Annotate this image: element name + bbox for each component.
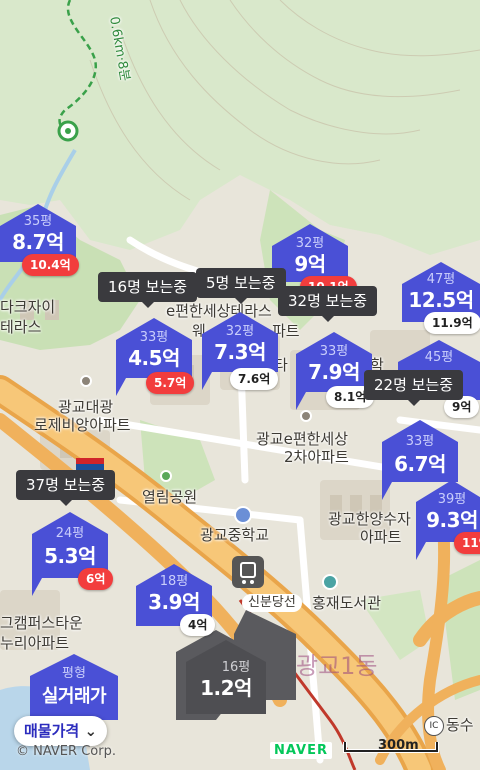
place-apt2[interactable]: 광교e편한세상: [256, 430, 348, 448]
legend-pyeong: 평형: [62, 666, 86, 681]
place-library[interactable]: 홍재도서관: [312, 594, 381, 612]
marker-price: 6.7억: [394, 452, 446, 476]
place-apt3[interactable]: 광교한양수자: [328, 510, 411, 528]
marker-pill: 10.4억: [22, 254, 79, 276]
viewer-tooltip: 37명 보는중: [16, 470, 116, 506]
school-poi-icon: [234, 506, 252, 524]
copyright-text: © NAVER Corp.: [16, 744, 116, 759]
price-filter-label: 매물가격: [24, 722, 80, 740]
marker-price: 12.5억: [408, 288, 474, 312]
place-ic[interactable]: 동수: [446, 716, 474, 734]
place-park[interactable]: 열림공원: [142, 488, 197, 506]
legend-marker: 평형 실거래가: [30, 654, 118, 720]
marker-pill: 7.6억: [230, 368, 279, 390]
place-apt5[interactable]: 다크자이: [0, 298, 55, 316]
place-apt1b[interactable]: 로제비앙아파트: [34, 416, 131, 434]
apartment-poi-icon: [300, 410, 312, 422]
marker-price: 7.3억: [214, 340, 266, 364]
marker-pyeong: 24평: [55, 526, 85, 541]
place-apt3b[interactable]: 아파트: [360, 528, 401, 546]
viewer-tooltip: 32명 보는중: [278, 286, 378, 322]
apartment-poi-icon: [80, 375, 92, 387]
marker-pyeong: 45평: [424, 350, 454, 365]
marker-price: 4.5억: [128, 346, 180, 370]
viewer-tooltip: 22명 보는중: [364, 370, 464, 406]
marker-price: 7.9억: [308, 360, 360, 384]
place-apt4b[interactable]: 누리아파트: [0, 634, 69, 652]
marker-pyeong: 33평: [405, 434, 435, 449]
library-poi-icon: [322, 574, 338, 590]
legend-price: 실거래가: [41, 686, 107, 707]
marker-price: 8.7억: [12, 230, 64, 254]
subway-station-icon[interactable]: [232, 556, 264, 588]
viewer-tooltip: 5명 보는중: [196, 268, 286, 304]
marker-price: 5.3억: [44, 544, 96, 568]
viewer-tooltip: 16명 보는중: [98, 272, 198, 308]
marker-pill: 5.7억: [146, 372, 195, 394]
naver-logo: NAVER: [270, 742, 333, 759]
marker-pill: 6억: [78, 568, 114, 590]
place-apt5b[interactable]: 테라스: [0, 318, 41, 336]
marker-price: 3.9억: [148, 590, 200, 614]
marker-pill: 4억: [180, 614, 216, 636]
scale-label: 300m: [378, 738, 419, 753]
marker-price: 1.2억: [200, 676, 252, 700]
price-filter-button[interactable]: 매물가격 ⌄: [14, 716, 108, 746]
place-apt1[interactable]: 광교대광: [58, 398, 113, 416]
park-poi-icon: [160, 470, 172, 482]
marker-price: 9.3억: [426, 508, 478, 532]
place-apt2b[interactable]: 2차아파트: [284, 448, 349, 466]
marker-pill: 11억: [454, 532, 480, 554]
ic-badge: IC: [424, 716, 444, 736]
district-label: 광교1동: [296, 652, 378, 680]
marker-pill: 11.9억: [424, 312, 480, 334]
chevron-down-icon: ⌄: [84, 722, 98, 740]
place-apt4[interactable]: 그캠퍼스타운: [0, 614, 83, 632]
place-school[interactable]: 광교중학교: [200, 526, 269, 544]
